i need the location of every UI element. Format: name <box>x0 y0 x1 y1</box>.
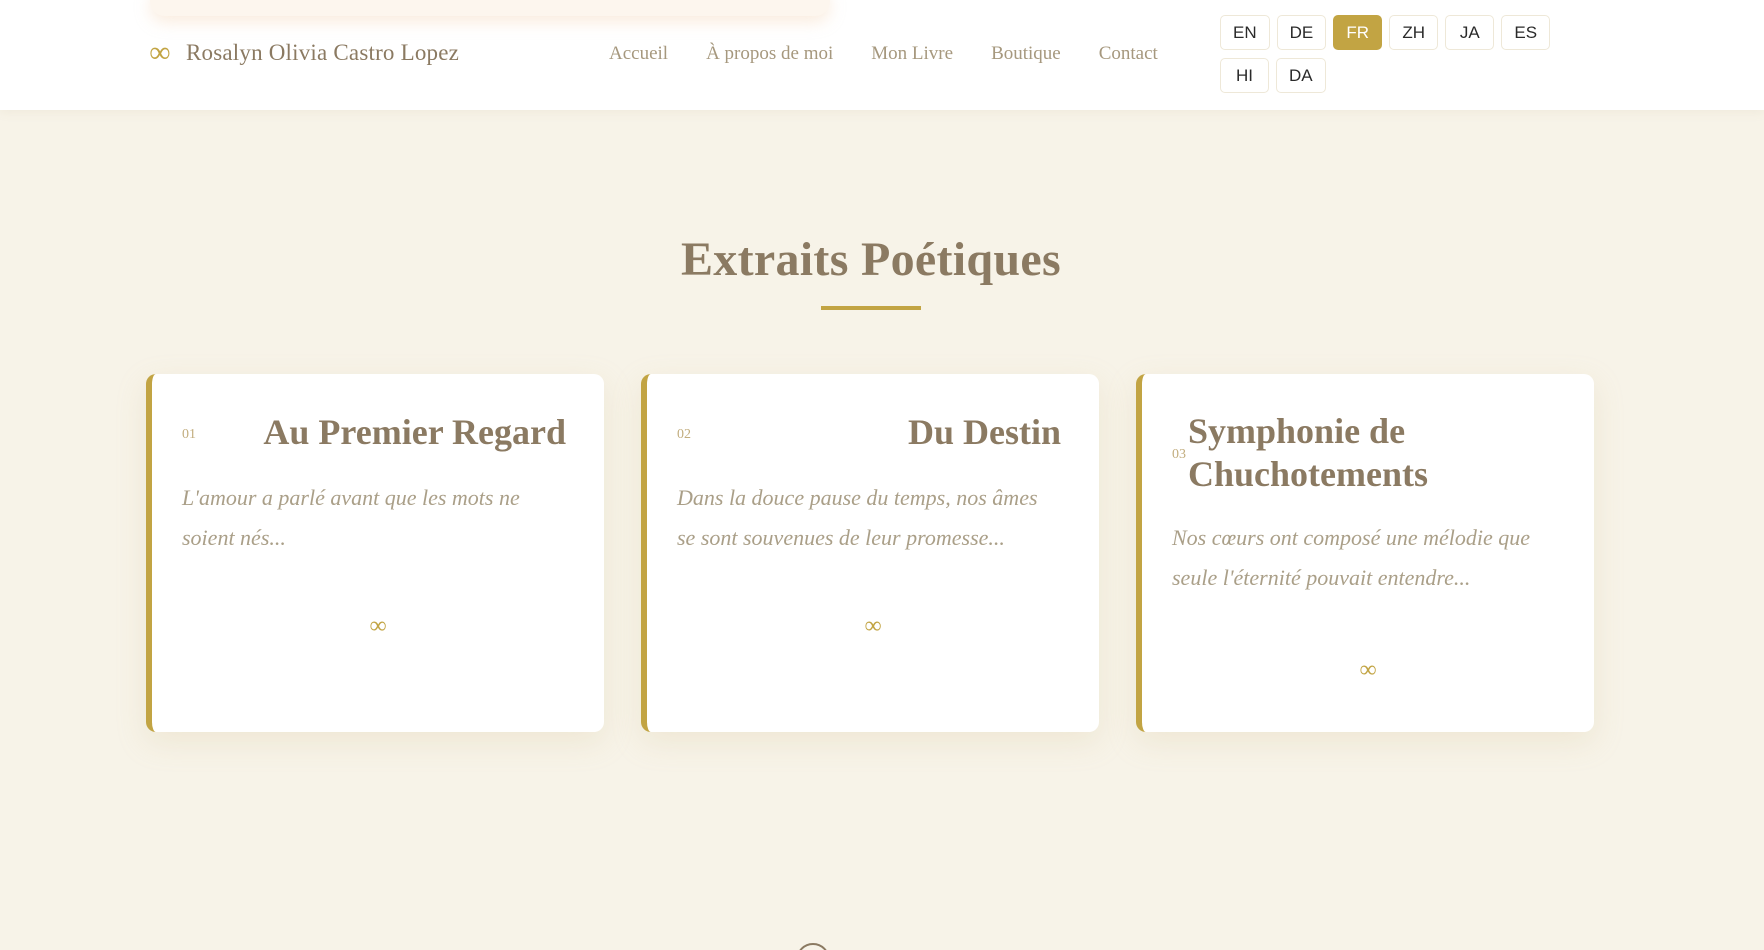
header-glow-decoration <box>150 0 830 16</box>
infinity-icon: ∞ <box>149 36 171 69</box>
lang-button-zh[interactable]: ZH <box>1389 15 1439 50</box>
card-number: 01 <box>182 427 196 442</box>
title-underline <box>821 306 921 310</box>
poem-card[interactable]: 02 Du Destin Dans la douce pause du temp… <box>641 374 1099 732</box>
poem-cards: 01 Au Premier Regard L'amour a parlé ava… <box>146 374 1594 732</box>
lang-button-de[interactable]: DE <box>1276 15 1327 50</box>
poem-card[interactable]: 01 Au Premier Regard L'amour a parlé ava… <box>146 374 604 732</box>
card-title: Symphonie de Chuchotements <box>1188 411 1428 495</box>
lang-button-en[interactable]: EN <box>1220 15 1270 50</box>
card-number: 03 <box>1172 447 1186 463</box>
card-title: Au Premier Regard <box>263 412 566 453</box>
lang-button-es[interactable]: ES <box>1501 15 1551 50</box>
lang-button-fr[interactable]: FR <box>1333 15 1383 50</box>
site-header: ∞ Rosalyn Olivia Castro Lopez Accueil À … <box>0 0 1764 110</box>
card-excerpt: Nos cœurs ont composé une mélodie que se… <box>1172 525 1531 591</box>
nav-item-boutique[interactable]: Boutique <box>991 43 1061 65</box>
main-nav: Accueil À propos de moi Mon Livre Boutiq… <box>609 40 1158 68</box>
nav-item-mon-livre[interactable]: Mon Livre <box>871 43 953 65</box>
brand[interactable]: ∞ Rosalyn Olivia Castro Lopez <box>146 36 459 70</box>
lang-button-da[interactable]: DA <box>1276 58 1326 93</box>
language-switcher: EN DE FR ZH JA ES HI DA <box>1220 15 1560 93</box>
next-section-icon <box>796 943 830 950</box>
lang-button-hi[interactable]: HI <box>1220 58 1269 93</box>
nav-item-a-propos[interactable]: À propos de moi <box>706 43 833 65</box>
section-title: Extraits Poétiques <box>680 233 1062 286</box>
infinity-icon: ∞ <box>369 613 387 639</box>
card-excerpt: L'amour a parlé avant que les mots ne so… <box>182 485 520 550</box>
card-number: 02 <box>677 427 691 442</box>
brand-name: Rosalyn Olivia Castro Lopez <box>186 40 460 65</box>
infinity-icon: ∞ <box>1359 657 1377 683</box>
nav-item-accueil[interactable]: Accueil <box>609 43 668 65</box>
card-excerpt: Dans la douce pause du temps, nos âmes s… <box>677 485 1038 550</box>
card-title: Du Destin <box>907 412 1061 453</box>
infinity-icon: ∞ <box>864 613 882 639</box>
lang-button-ja[interactable]: JA <box>1445 15 1495 50</box>
poem-card[interactable]: 03 Symphonie de Chuchotements Nos cœurs … <box>1136 374 1594 732</box>
nav-item-contact[interactable]: Contact <box>1099 43 1158 65</box>
